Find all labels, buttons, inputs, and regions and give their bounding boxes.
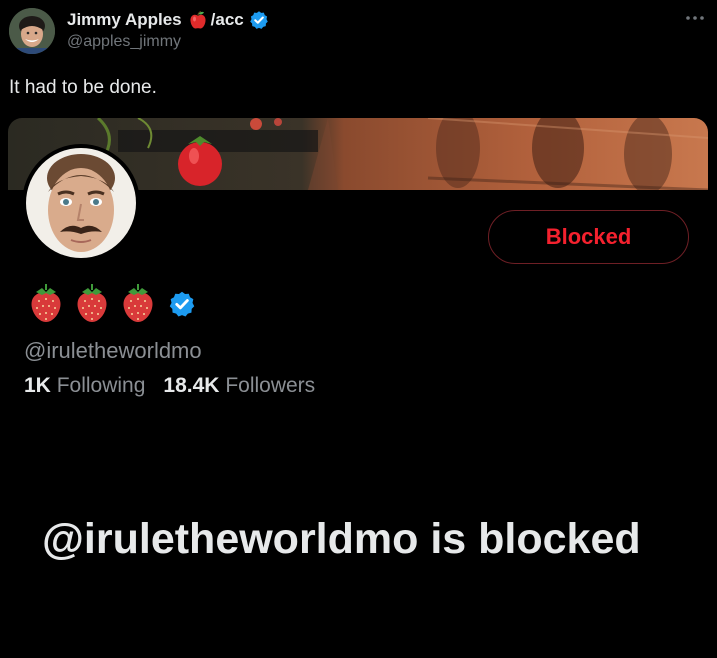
- followers-stat: 18.4K Followers: [163, 374, 315, 398]
- author-name-suffix: /acc: [210, 10, 244, 29]
- tweet-header: Jimmy Apples /acc @apples_jimmy: [0, 0, 717, 70]
- more-options-button[interactable]: [683, 8, 707, 28]
- tweet-text: It had to be done.: [9, 77, 157, 98]
- profile-handle: @iruletheworldmo: [24, 338, 202, 363]
- profile-avatar: [22, 144, 140, 262]
- apple-icon: [188, 10, 208, 30]
- author-handle[interactable]: @apples_jimmy: [67, 33, 181, 51]
- followers-label: Followers: [225, 374, 316, 397]
- strawberry-icon: [77, 284, 107, 322]
- following-label: Following: [56, 374, 146, 397]
- profile-avatar-image: [26, 148, 136, 258]
- followers-count: 18.4K: [163, 374, 220, 397]
- author-avatar-image: [9, 8, 55, 54]
- following-stat: 1K Following: [24, 374, 145, 398]
- strawberry-icon: [123, 284, 153, 322]
- strawberry-icon: [31, 284, 61, 322]
- blocked-button[interactable]: Blocked: [488, 210, 689, 264]
- tweet-media-image[interactable]: Blocked @iruletheworldmo 1K Following 18…: [8, 118, 708, 658]
- verified-badge-icon[interactable]: [249, 10, 269, 30]
- profile-display-name: [28, 284, 196, 324]
- author-name-row: Jimmy Apples /acc: [67, 9, 269, 31]
- following-count: 1K: [24, 374, 51, 397]
- blocked-message: @iruletheworldmo is blocked: [42, 515, 641, 563]
- verified-badge-icon: [169, 291, 195, 317]
- profile-stats: 1K Following 18.4K Followers: [24, 374, 315, 398]
- author-name[interactable]: Jimmy Apples: [67, 10, 182, 30]
- author-avatar[interactable]: [9, 8, 55, 54]
- more-horizontal-icon: [686, 16, 704, 20]
